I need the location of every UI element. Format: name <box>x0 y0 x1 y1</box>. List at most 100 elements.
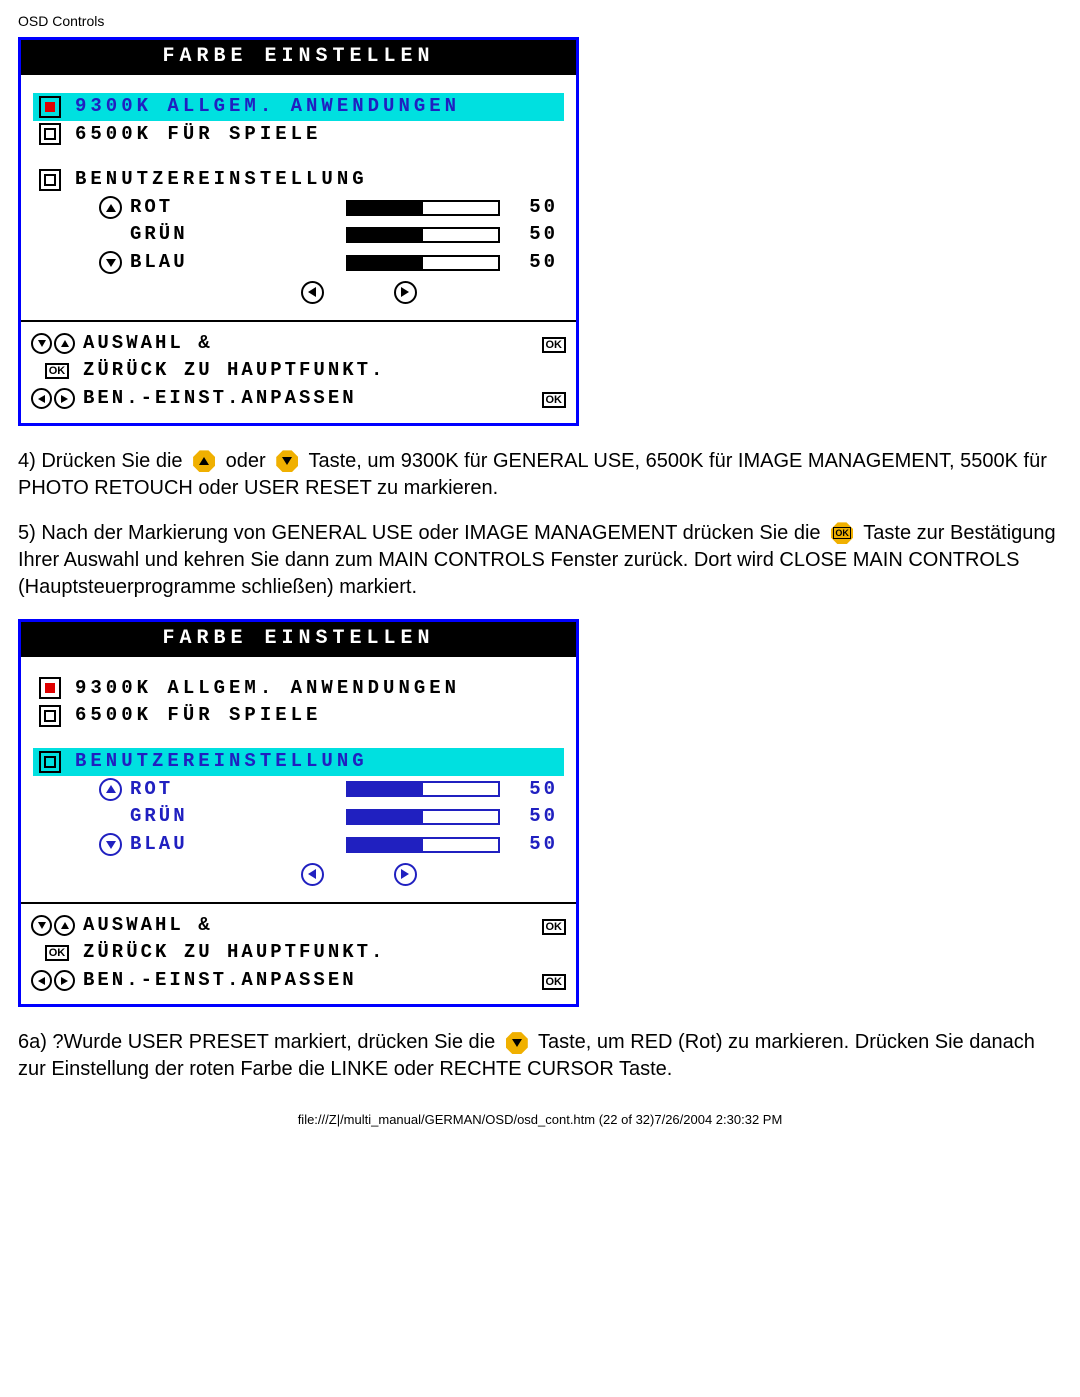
osd-body: 9300K ALLGEM. ANWENDUNGEN 6500K FÜR SPIE… <box>21 657 576 902</box>
rgb-row-rot: ROT 50 <box>33 776 564 804</box>
option-9300k[interactable]: 9300K ALLGEM. ANWENDUNGEN <box>33 675 564 703</box>
arrow-down-icon <box>99 251 122 274</box>
footer-row-select: AUSWAHL & OK <box>31 330 566 358</box>
ok-icon: OK <box>542 392 567 408</box>
ok-icon: OK <box>45 363 70 379</box>
footer-row-adjust: BEN.-EINST.ANPASSEN OK <box>31 967 566 995</box>
page-footer: file:///Z|/multi_manual/GERMAN/OSD/osd_c… <box>18 1111 1062 1129</box>
slider-bar[interactable] <box>346 809 500 825</box>
arrow-up-icon <box>99 196 122 219</box>
slider-value: 50 <box>518 250 558 276</box>
footer-label: AUSWAHL & <box>83 913 542 939</box>
instruction-4: 4) Drücken Sie die oder Taste, um 9300K … <box>18 448 1062 502</box>
spacer <box>99 224 122 247</box>
radio-unselected-icon <box>39 705 61 727</box>
slider-bar[interactable] <box>346 255 500 271</box>
rgb-row-rot: ROT 50 <box>33 194 564 222</box>
option-label: BENUTZEREINSTELLUNG <box>75 749 368 775</box>
rgb-label: GRÜN <box>130 804 220 830</box>
rgb-label: BLAU <box>130 250 220 276</box>
arrow-right-icon <box>394 863 417 886</box>
rgb-label: BLAU <box>130 832 220 858</box>
footer-label: ZÜRÜCK ZU HAUPTFUNKT. <box>83 358 566 384</box>
arrow-up-icon <box>54 915 75 936</box>
instruction-6a: 6a) ?Wurde USER PRESET markiert, drücken… <box>18 1029 1062 1083</box>
option-label: 9300K ALLGEM. ANWENDUNGEN <box>75 94 460 120</box>
radio-unselected-icon <box>39 751 61 773</box>
page-header: OSD Controls <box>18 12 1062 31</box>
arrow-down-icon <box>99 833 122 856</box>
option-label: 6500K FÜR SPIELE <box>75 703 321 729</box>
ok-icon: OK <box>542 337 567 353</box>
option-6500k[interactable]: 6500K FÜR SPIELE <box>33 702 564 730</box>
radio-selected-icon <box>39 96 61 118</box>
slider-bar[interactable] <box>346 781 500 797</box>
arrow-right-icon <box>394 281 417 304</box>
slider-value: 50 <box>518 804 558 830</box>
left-right-arrows <box>33 277 564 312</box>
option-9300k[interactable]: 9300K ALLGEM. ANWENDUNGEN <box>33 93 564 121</box>
arrow-right-icon <box>54 388 75 409</box>
osd-body: 9300K ALLGEM. ANWENDUNGEN 6500K FÜR SPIE… <box>21 75 576 320</box>
instruction-5: 5) Nach der Markierung von GENERAL USE o… <box>18 520 1062 601</box>
rgb-row-gruen: GRÜN 50 <box>33 803 564 831</box>
down-button-icon <box>505 1031 529 1055</box>
osd-panel-2: FARBE EINSTELLEN 9300K ALLGEM. ANWENDUNG… <box>18 619 579 1008</box>
rgb-label: ROT <box>130 777 220 803</box>
slider-bar[interactable] <box>346 200 500 216</box>
slider-value: 50 <box>518 832 558 858</box>
rgb-row-blau: BLAU 50 <box>33 831 564 859</box>
option-label: 9300K ALLGEM. ANWENDUNGEN <box>75 676 460 702</box>
rgb-label: ROT <box>130 195 220 221</box>
rgb-row-blau: BLAU 50 <box>33 249 564 277</box>
osd-footer: AUSWAHL & OK OK ZÜRÜCK ZU HAUPTFUNKT. BE… <box>21 320 576 423</box>
option-6500k[interactable]: 6500K FÜR SPIELE <box>33 121 564 149</box>
osd-title: FARBE EINSTELLEN <box>21 622 576 657</box>
option-label: BENUTZEREINSTELLUNG <box>75 167 368 193</box>
text: 6a) ?Wurde USER PRESET markiert, drücken… <box>18 1031 495 1053</box>
slider-value: 50 <box>518 777 558 803</box>
ok-icon: OK <box>45 945 70 961</box>
footer-row-adjust: BEN.-EINST.ANPASSEN OK <box>31 385 566 413</box>
slider-value: 50 <box>518 195 558 221</box>
arrow-left-icon <box>301 863 324 886</box>
arrow-down-icon <box>31 915 52 936</box>
arrow-down-icon <box>31 333 52 354</box>
footer-label: BEN.-EINST.ANPASSEN <box>83 968 542 994</box>
footer-label: ZÜRÜCK ZU HAUPTFUNKT. <box>83 940 566 966</box>
arrow-up-icon <box>99 778 122 801</box>
option-label: 6500K FÜR SPIELE <box>75 122 321 148</box>
arrow-left-icon <box>301 281 324 304</box>
osd-title: FARBE EINSTELLEN <box>21 40 576 75</box>
left-right-arrows <box>33 859 564 894</box>
option-user-setting[interactable]: BENUTZEREINSTELLUNG <box>33 748 564 776</box>
spacer <box>99 806 122 829</box>
text: 5) Nach der Markierung von GENERAL USE o… <box>18 522 821 544</box>
slider-bar[interactable] <box>346 837 500 853</box>
arrow-right-icon <box>54 970 75 991</box>
osd-panel-1: FARBE EINSTELLEN 9300K ALLGEM. ANWENDUNG… <box>18 37 579 426</box>
rgb-row-gruen: GRÜN 50 <box>33 221 564 249</box>
text: oder <box>226 450 266 472</box>
radio-selected-icon <box>39 677 61 699</box>
footer-label: AUSWAHL & <box>83 331 542 357</box>
footer-row-back: OK ZÜRÜCK ZU HAUPTFUNKT. <box>31 939 566 967</box>
radio-unselected-icon <box>39 123 61 145</box>
arrow-left-icon <box>31 388 52 409</box>
ok-icon: OK <box>542 919 567 935</box>
down-button-icon <box>275 449 299 473</box>
text: 4) Drücken Sie die <box>18 450 183 472</box>
rgb-label: GRÜN <box>130 222 220 248</box>
ok-button-icon: OK <box>830 521 854 545</box>
radio-unselected-icon <box>39 169 61 191</box>
option-user-setting[interactable]: BENUTZEREINSTELLUNG <box>33 166 564 194</box>
footer-row-select: AUSWAHL & OK <box>31 912 566 940</box>
arrow-left-icon <box>31 970 52 991</box>
osd-footer: AUSWAHL & OK OK ZÜRÜCK ZU HAUPTFUNKT. BE… <box>21 902 576 1005</box>
slider-value: 50 <box>518 222 558 248</box>
ok-icon: OK <box>542 974 567 990</box>
footer-row-back: OK ZÜRÜCK ZU HAUPTFUNKT. <box>31 357 566 385</box>
up-button-icon <box>192 449 216 473</box>
footer-label: BEN.-EINST.ANPASSEN <box>83 386 542 412</box>
slider-bar[interactable] <box>346 227 500 243</box>
